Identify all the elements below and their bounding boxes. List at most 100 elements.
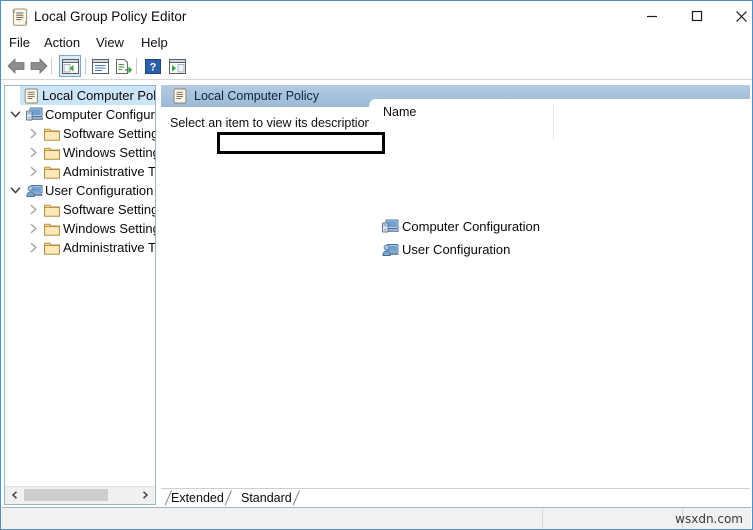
- tree-node-content: Software Settings: [41, 200, 155, 219]
- tree-node-label: Windows Settings: [63, 220, 155, 236]
- tree-node-label: Software Settings: [63, 201, 155, 217]
- toolbar-separator: [85, 58, 86, 74]
- item-list-pane: Name Computer Configuration User Configur…: [369, 99, 750, 488]
- tree-horizontal-scrollbar[interactable]: [5, 486, 155, 504]
- folder-icon: [43, 163, 61, 180]
- column-divider[interactable]: [553, 104, 554, 140]
- chevron-right-icon[interactable]: [26, 200, 41, 219]
- tree-node-label: Administrative Templates: [63, 163, 155, 179]
- forward-button[interactable]: [28, 55, 50, 77]
- chevron-right-icon[interactable]: [26, 238, 41, 257]
- list-column-header[interactable]: Name: [369, 99, 750, 123]
- tree-node-administrative-templates[interactable]: Administrative Templates: [5, 162, 155, 181]
- toolbar: ?: [1, 53, 752, 80]
- arrow-right-icon: [30, 58, 48, 74]
- menu-file[interactable]: File: [5, 33, 34, 53]
- chevron-right-icon[interactable]: [26, 124, 41, 143]
- folder-icon: [43, 144, 61, 161]
- properties-button[interactable]: [89, 55, 111, 77]
- local-group-policy-editor-window: Local Group Policy Editor File Action Vi…: [0, 0, 753, 530]
- title-bar: Local Group Policy Editor: [1, 1, 752, 35]
- show-hide-action-pane-button[interactable]: [166, 55, 188, 77]
- arrow-left-icon: [7, 58, 25, 74]
- tree-node-label: Software Settings: [63, 125, 155, 141]
- folder-icon: [43, 220, 61, 237]
- tab-extended[interactable]: Extended: [164, 489, 232, 507]
- tree-node-label: Administrative Templates: [63, 239, 155, 255]
- tree-node-label: Local Computer Policy: [42, 87, 155, 103]
- tree-node-content: User Configuration: [23, 181, 155, 200]
- result-pane: Local Computer Policy Select an item to …: [161, 85, 750, 488]
- folder-icon: [43, 201, 61, 218]
- description-pane: Select an item to view its description.: [161, 107, 375, 488]
- tree-node-content: Administrative Templates: [41, 238, 155, 257]
- list-item-label: User Configuration: [402, 242, 511, 257]
- console-tree[interactable]: Local Computer Policy Computer Configurat…: [5, 86, 155, 487]
- chevron-down-icon[interactable]: [8, 181, 23, 200]
- minimize-button[interactable]: [629, 1, 674, 31]
- minimize-icon: [646, 15, 657, 18]
- action-pane-icon: [168, 58, 186, 74]
- help-button[interactable]: ?: [142, 55, 164, 77]
- tree-node-user-configuration[interactable]: User Configuration: [5, 181, 155, 200]
- maximize-icon: [691, 10, 702, 22]
- show-hide-console-tree-button[interactable]: [59, 55, 81, 77]
- tree-node-content: Windows Settings: [41, 143, 155, 162]
- export-list-button[interactable]: [112, 55, 134, 77]
- user-icon: [25, 182, 43, 199]
- tab-standard-label: Standard: [241, 491, 292, 505]
- toolbar-separator: [51, 58, 52, 74]
- scrollbar-thumb[interactable]: [24, 489, 108, 501]
- tree-node-windows-settings[interactable]: Windows Settings: [5, 219, 155, 238]
- tab-extended-label: Extended: [171, 491, 224, 505]
- folder-icon: [43, 239, 61, 256]
- menu-view[interactable]: View: [92, 33, 128, 53]
- chevron-down-icon[interactable]: [8, 105, 23, 124]
- question-mark-icon: ?: [145, 58, 161, 74]
- close-button[interactable]: [719, 1, 752, 31]
- window-title: Local Group Policy Editor: [34, 9, 187, 24]
- menu-help[interactable]: Help: [137, 33, 172, 53]
- tree-node-label: Windows Settings: [63, 144, 155, 160]
- console-tree-icon: [61, 58, 79, 74]
- svg-text:?: ?: [150, 61, 157, 73]
- description-text: Select an item to view its description.: [170, 116, 375, 130]
- tree-node-content: Local Computer Policy: [20, 86, 155, 105]
- chevron-right-icon[interactable]: [26, 219, 41, 238]
- tree-node-administrative-templates[interactable]: Administrative Templates: [5, 238, 155, 257]
- tree-node-content: Administrative Templates: [41, 162, 155, 181]
- chevron-right-icon[interactable]: [26, 143, 41, 162]
- tree-node-content: Software Settings: [41, 124, 155, 143]
- computer-icon: [381, 218, 400, 235]
- tree-node-computer-configuration[interactable]: Computer Configuration: [5, 105, 155, 124]
- console-tree-panel: Local Computer Policy Computer Configurat…: [4, 85, 156, 505]
- export-list-icon: [115, 58, 132, 74]
- list-item-user-configuration[interactable]: User Configuration: [381, 240, 510, 259]
- tree-node-software-settings[interactable]: Software Settings: [5, 200, 155, 219]
- computer-icon: [25, 106, 43, 123]
- result-pane-title: Local Computer Policy: [194, 89, 320, 103]
- policy-scroll-icon: [12, 8, 28, 26]
- folder-icon: [43, 125, 61, 142]
- chevron-none: [5, 86, 20, 105]
- back-button[interactable]: [5, 55, 27, 77]
- tree-node-software-settings[interactable]: Software Settings: [5, 124, 155, 143]
- tab-standard[interactable]: Standard: [241, 489, 300, 507]
- close-icon: [736, 10, 747, 22]
- chevron-right-icon[interactable]: [26, 162, 41, 181]
- properties-window-icon: [91, 58, 109, 74]
- watermark-text: wsxdn.com: [675, 512, 743, 526]
- list-item-computer-configuration[interactable]: Computer Configuration: [381, 217, 540, 236]
- maximize-button[interactable]: [674, 1, 719, 31]
- tree-node-local-computer-policy[interactable]: Local Computer Policy: [5, 86, 155, 105]
- policy-scroll-icon: [173, 88, 187, 104]
- scroll-right-arrow-icon[interactable]: [136, 487, 153, 503]
- tree-node-label: User Configuration: [45, 182, 154, 198]
- column-header-name[interactable]: Name: [383, 104, 416, 120]
- policy-scroll-icon: [22, 87, 40, 104]
- tree-node-content: Computer Configuration: [23, 105, 155, 124]
- tree-node-windows-settings[interactable]: Windows Settings: [5, 143, 155, 162]
- tree-node-content: Windows Settings: [41, 219, 155, 238]
- scroll-left-arrow-icon[interactable]: [6, 487, 23, 503]
- menu-action[interactable]: Action: [40, 33, 84, 53]
